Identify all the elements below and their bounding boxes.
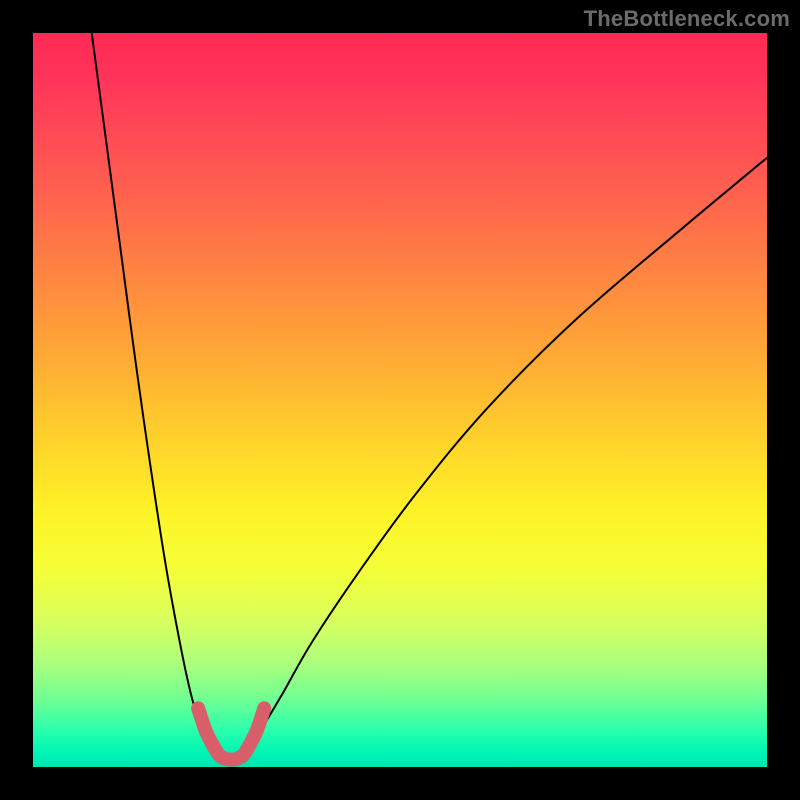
curve-layer [33, 33, 767, 767]
watermark-text: TheBottleneck.com [584, 6, 790, 32]
plot-gradient-area [33, 33, 767, 767]
left-curve [92, 33, 213, 752]
chart-frame: TheBottleneck.com [0, 0, 800, 800]
valley-spline [198, 708, 264, 759]
right-curve [246, 158, 767, 753]
